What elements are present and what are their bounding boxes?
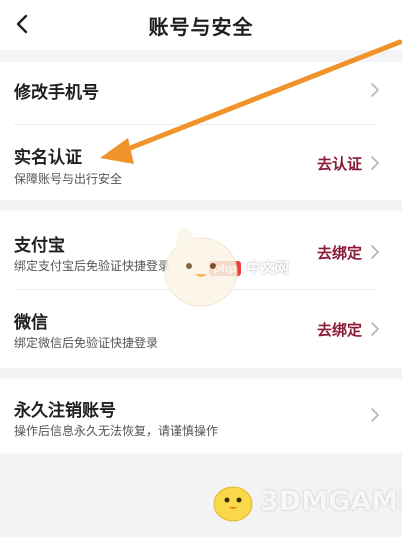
- watermark-text: 3DMGAME: [260, 485, 402, 517]
- mascot-icon: [164, 228, 238, 307]
- watermark-text: 中文网: [246, 261, 289, 277]
- watermark-php: php 中文网: [155, 222, 289, 314]
- watermark-3dm: 3DMGAME: [210, 478, 402, 524]
- chick-logo-icon: [213, 486, 253, 522]
